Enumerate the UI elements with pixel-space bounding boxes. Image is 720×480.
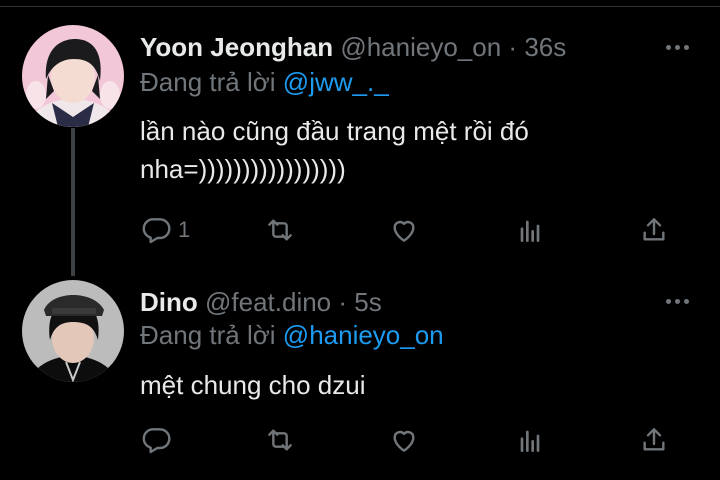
tweet-2[interactable]: Dino @feat.dino · 5s Đang trả lời @hanie… <box>0 270 720 480</box>
views-button[interactable] <box>514 212 546 248</box>
like-button[interactable] <box>388 422 420 458</box>
replying-to: Đang trả lời @hanieyo_on <box>140 320 444 350</box>
retweet-icon <box>268 429 292 451</box>
reply-icon <box>142 428 171 454</box>
action-bar <box>140 422 680 458</box>
replying-prefix: Đang trả lời <box>140 67 276 97</box>
replying-prefix: Đang trả lời <box>140 320 276 350</box>
timestamp[interactable]: 36s <box>524 32 566 62</box>
reply-count: 1 <box>178 217 191 242</box>
like-icon <box>393 220 415 242</box>
user-handle[interactable]: @feat.dino <box>205 287 331 317</box>
views-icon <box>520 220 540 242</box>
reply-button[interactable]: 1 <box>140 212 190 248</box>
separator: · <box>508 32 518 62</box>
share-button[interactable] <box>638 212 670 248</box>
retweet-icon <box>268 219 292 241</box>
more-icon[interactable] <box>664 294 694 308</box>
mention-link[interactable]: @jww_._ <box>283 67 389 97</box>
mention-link[interactable]: @hanieyo_on <box>283 320 444 350</box>
more-icon[interactable] <box>664 40 694 54</box>
views-button[interactable] <box>514 422 546 458</box>
like-button[interactable] <box>388 212 420 248</box>
avatar[interactable] <box>22 25 124 127</box>
action-bar: 1 <box>140 212 680 248</box>
tweet-text: mệt chung cho dzui <box>140 370 366 400</box>
avatar[interactable] <box>22 280 124 382</box>
display-name[interactable]: Dino <box>140 287 198 317</box>
tweet-header: Yoon Jeonghan @hanieyo_on · 36s <box>140 32 566 62</box>
retweet-button[interactable] <box>264 212 296 248</box>
share-icon <box>643 218 665 241</box>
like-icon <box>393 430 415 452</box>
replying-to: Đang trả lời @jww_._ <box>140 67 389 97</box>
share-button[interactable] <box>638 422 670 458</box>
thread-line <box>71 128 75 276</box>
user-handle[interactable]: @hanieyo_on <box>340 32 501 62</box>
views-icon <box>520 430 540 452</box>
retweet-button[interactable] <box>264 422 296 458</box>
timestamp[interactable]: 5s <box>354 287 381 317</box>
share-icon <box>643 428 665 451</box>
tweet-header: Dino @feat.dino · 5s <box>140 287 382 317</box>
separator: · <box>338 287 348 317</box>
tweet-1[interactable]: Yoon Jeonghan @hanieyo_on · 36s Đang trả… <box>0 0 720 276</box>
display-name[interactable]: Yoon Jeonghan <box>140 32 333 62</box>
reply-icon <box>142 218 171 244</box>
tweet-text: lần nào cũng đầu trang mệt rồi đó nha=))… <box>140 116 529 184</box>
reply-button[interactable] <box>140 422 178 458</box>
